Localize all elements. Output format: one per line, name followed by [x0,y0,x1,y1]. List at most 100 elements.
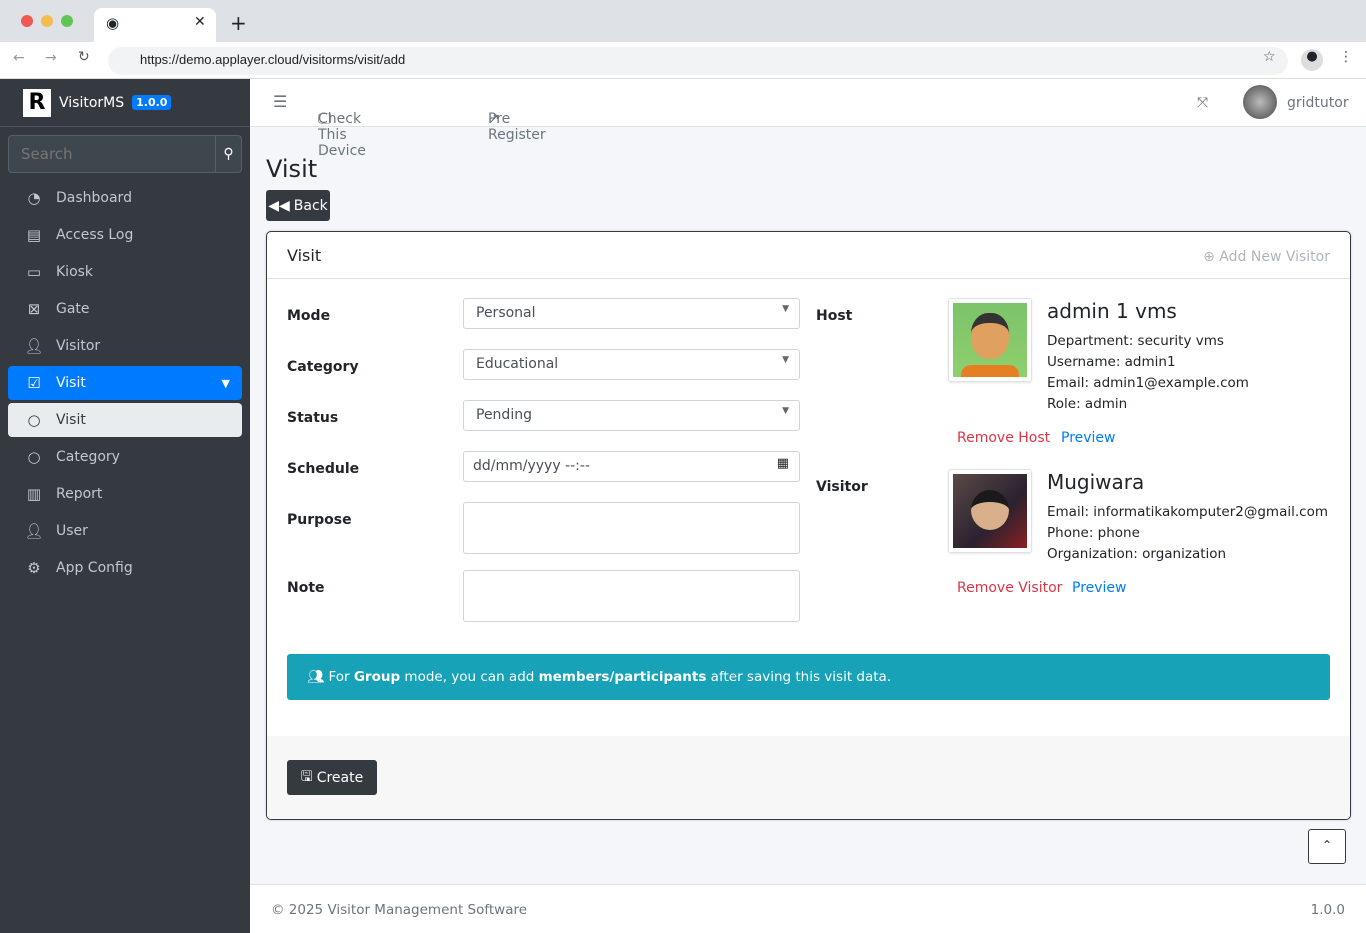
create-button[interactable]: 🖫︎ Create [287,760,377,795]
fullscreen-icon[interactable]: ⤧ [1197,95,1208,111]
mode-select[interactable]: Personal ▼ [463,298,800,329]
new-tab-button[interactable]: + [230,11,247,35]
back-nav-icon[interactable]: ← [13,50,25,66]
visitor-details: Email: informatikakomputer2@gmail.com Ph… [1047,502,1328,565]
back-label: Back [293,197,328,214]
sidebar: R VisitorMS 1.0.0 ⚲ ◔ Dashboard ▤ Access L… [0,79,250,933]
save-icon: 🖫︎ [300,768,313,785]
minimize-window-button[interactable] [41,15,53,27]
sidebar-item-app-config[interactable]: ⚙ App Config [8,551,242,585]
calendar-icon[interactable]: ▦ [777,456,789,471]
caret-down-icon: ▼ [782,406,789,416]
sidebar-item-access-log[interactable]: ▤ Access Log [8,218,242,252]
sidebar-item-label: Dashboard [56,190,132,206]
circle-icon: ○ [27,411,41,429]
hamburger-menu-icon[interactable]: ☰ [273,92,287,111]
sidebar-item-dashboard[interactable]: ◔ Dashboard [8,181,242,215]
sidebar-item-label: App Config [56,560,133,576]
search-button[interactable]: ⚲ [215,136,241,172]
visit-card: Visit ⊕ Add New Visitor Mode Personal ▼ C… [266,231,1351,820]
cogs-icon: ⚙ [27,559,41,577]
file-icon: ▤ [26,226,42,244]
profile-icon[interactable]: ● [1301,49,1323,71]
sidebar-item-label: Visit [56,375,86,391]
reload-icon[interactable]: ↻ [78,49,90,65]
caret-down-icon: ▼ [782,304,789,314]
visitor-phone: Phone: phone [1047,525,1140,541]
alert-text-bold: members/participants [538,669,707,685]
remove-visitor-link[interactable]: Remove Visitor [957,580,1062,596]
schedule-input[interactable]: dd/mm/yyyy --:-- ▦ [463,451,800,482]
add-new-visitor-button[interactable]: ⊕ Add New Visitor [1203,249,1330,265]
visitor-name: Mugiwara [1047,470,1145,494]
sidebar-item-user[interactable]: 👤︎ User [8,514,242,548]
x-square-icon: ⊠ [27,300,41,318]
status-select[interactable]: Pending ▼ [463,400,800,431]
browser-menu-icon[interactable]: ⋮ [1339,49,1353,65]
purpose-label: Purpose [287,512,352,528]
tachometer-icon: ◔ [27,189,41,207]
version-badge: 1.0.0 [132,95,172,110]
status-label: Status [287,410,339,426]
sidebar-item-report[interactable]: ▥ Report [8,477,242,511]
group-mode-info-alert: 👥︎ For Group mode, you can add members/p… [287,654,1330,700]
host-preview-link[interactable]: Preview [1061,430,1116,446]
brand-name: VisitorMS [59,94,125,111]
sidebar-item-label: Kiosk [56,264,94,280]
forward-nav-icon[interactable]: → [45,50,57,66]
sidebar-item-label: Report [56,486,103,502]
sidebar-item-label: Visitor [56,338,101,354]
external-link-icon: ↗ [488,111,500,127]
purpose-textarea[interactable] [463,502,800,554]
host-role: Role: admin [1047,396,1128,412]
username-label[interactable]: gridtutor [1287,95,1349,111]
browser-tab[interactable]: ◉ ✕ [94,8,216,42]
host-department: Department: security vms [1047,333,1224,349]
create-label: Create [316,769,364,786]
footer-copyright: © 2025 Visitor Management Software [271,902,528,918]
users-icon: 👥︎ [307,669,325,685]
url-input[interactable]: https://demo.applayer.cloud/visitorms/vi… [108,47,1288,75]
chevron-up-icon: ⌃ [1321,838,1333,852]
browser-tab-bar: ◉ ✕ + [0,0,1366,42]
note-textarea[interactable] [463,570,800,622]
brand-logo: R [23,88,51,117]
sidebar-item-label: Visit [56,412,86,428]
bookmark-star-icon[interactable]: ☆ [1263,49,1276,65]
card-title: Visit [287,246,322,265]
card-footer: 🖫︎ Create [267,736,1350,819]
page-title: Visit [266,155,318,183]
visitor-organization: Organization: organization [1047,546,1227,562]
maximize-window-button[interactable] [61,15,73,27]
sidebar-item-kiosk[interactable]: ▭ Kiosk [8,255,242,289]
sidebar-item-visitor[interactable]: 👤︎ Visitor [8,329,242,363]
mode-label: Mode [287,308,331,324]
scroll-to-top-button[interactable]: ⌃ [1308,829,1346,864]
host-name: admin 1 vms [1047,299,1177,323]
address-bar-row: ← → ↻ https://demo.applayer.cloud/visito… [0,42,1366,79]
sidebar-subitem-category[interactable]: ○ Category [8,440,242,474]
user-avatar[interactable] [1243,85,1277,119]
close-tab-icon[interactable]: ✕ [194,14,206,30]
back-button[interactable]: ◀◀ Back [266,190,330,221]
host-username: Username: admin1 [1047,354,1176,370]
sidebar-search-input[interactable] [9,136,215,172]
close-window-button[interactable] [21,15,33,27]
sidebar-subitem-visit[interactable]: ○ Visit [8,403,242,437]
alert-text: mode, you can add [400,669,539,685]
sidebar-item-gate[interactable]: ⊠ Gate [8,292,242,326]
sidebar-item-visit[interactable]: ☑ Visit ▼ [8,366,242,400]
circle-icon: ○ [27,448,41,466]
visitor-preview-link[interactable]: Preview [1072,580,1127,596]
category-value: Educational [476,356,559,372]
alert-text: after saving this visit data. [706,669,892,685]
remove-host-link[interactable]: Remove Host [957,430,1050,446]
note-label: Note [287,580,325,596]
category-select[interactable]: Educational ▼ [463,349,800,380]
visitor-label: Visitor [816,479,868,495]
sidebar-item-label: Gate [56,301,90,317]
chrome-icon: ◉ [106,14,120,32]
brand[interactable]: R VisitorMS 1.0.0 [0,79,250,127]
footer: © 2025 Visitor Management Software 1.0.0 [250,884,1366,933]
mode-value: Personal [476,305,536,321]
